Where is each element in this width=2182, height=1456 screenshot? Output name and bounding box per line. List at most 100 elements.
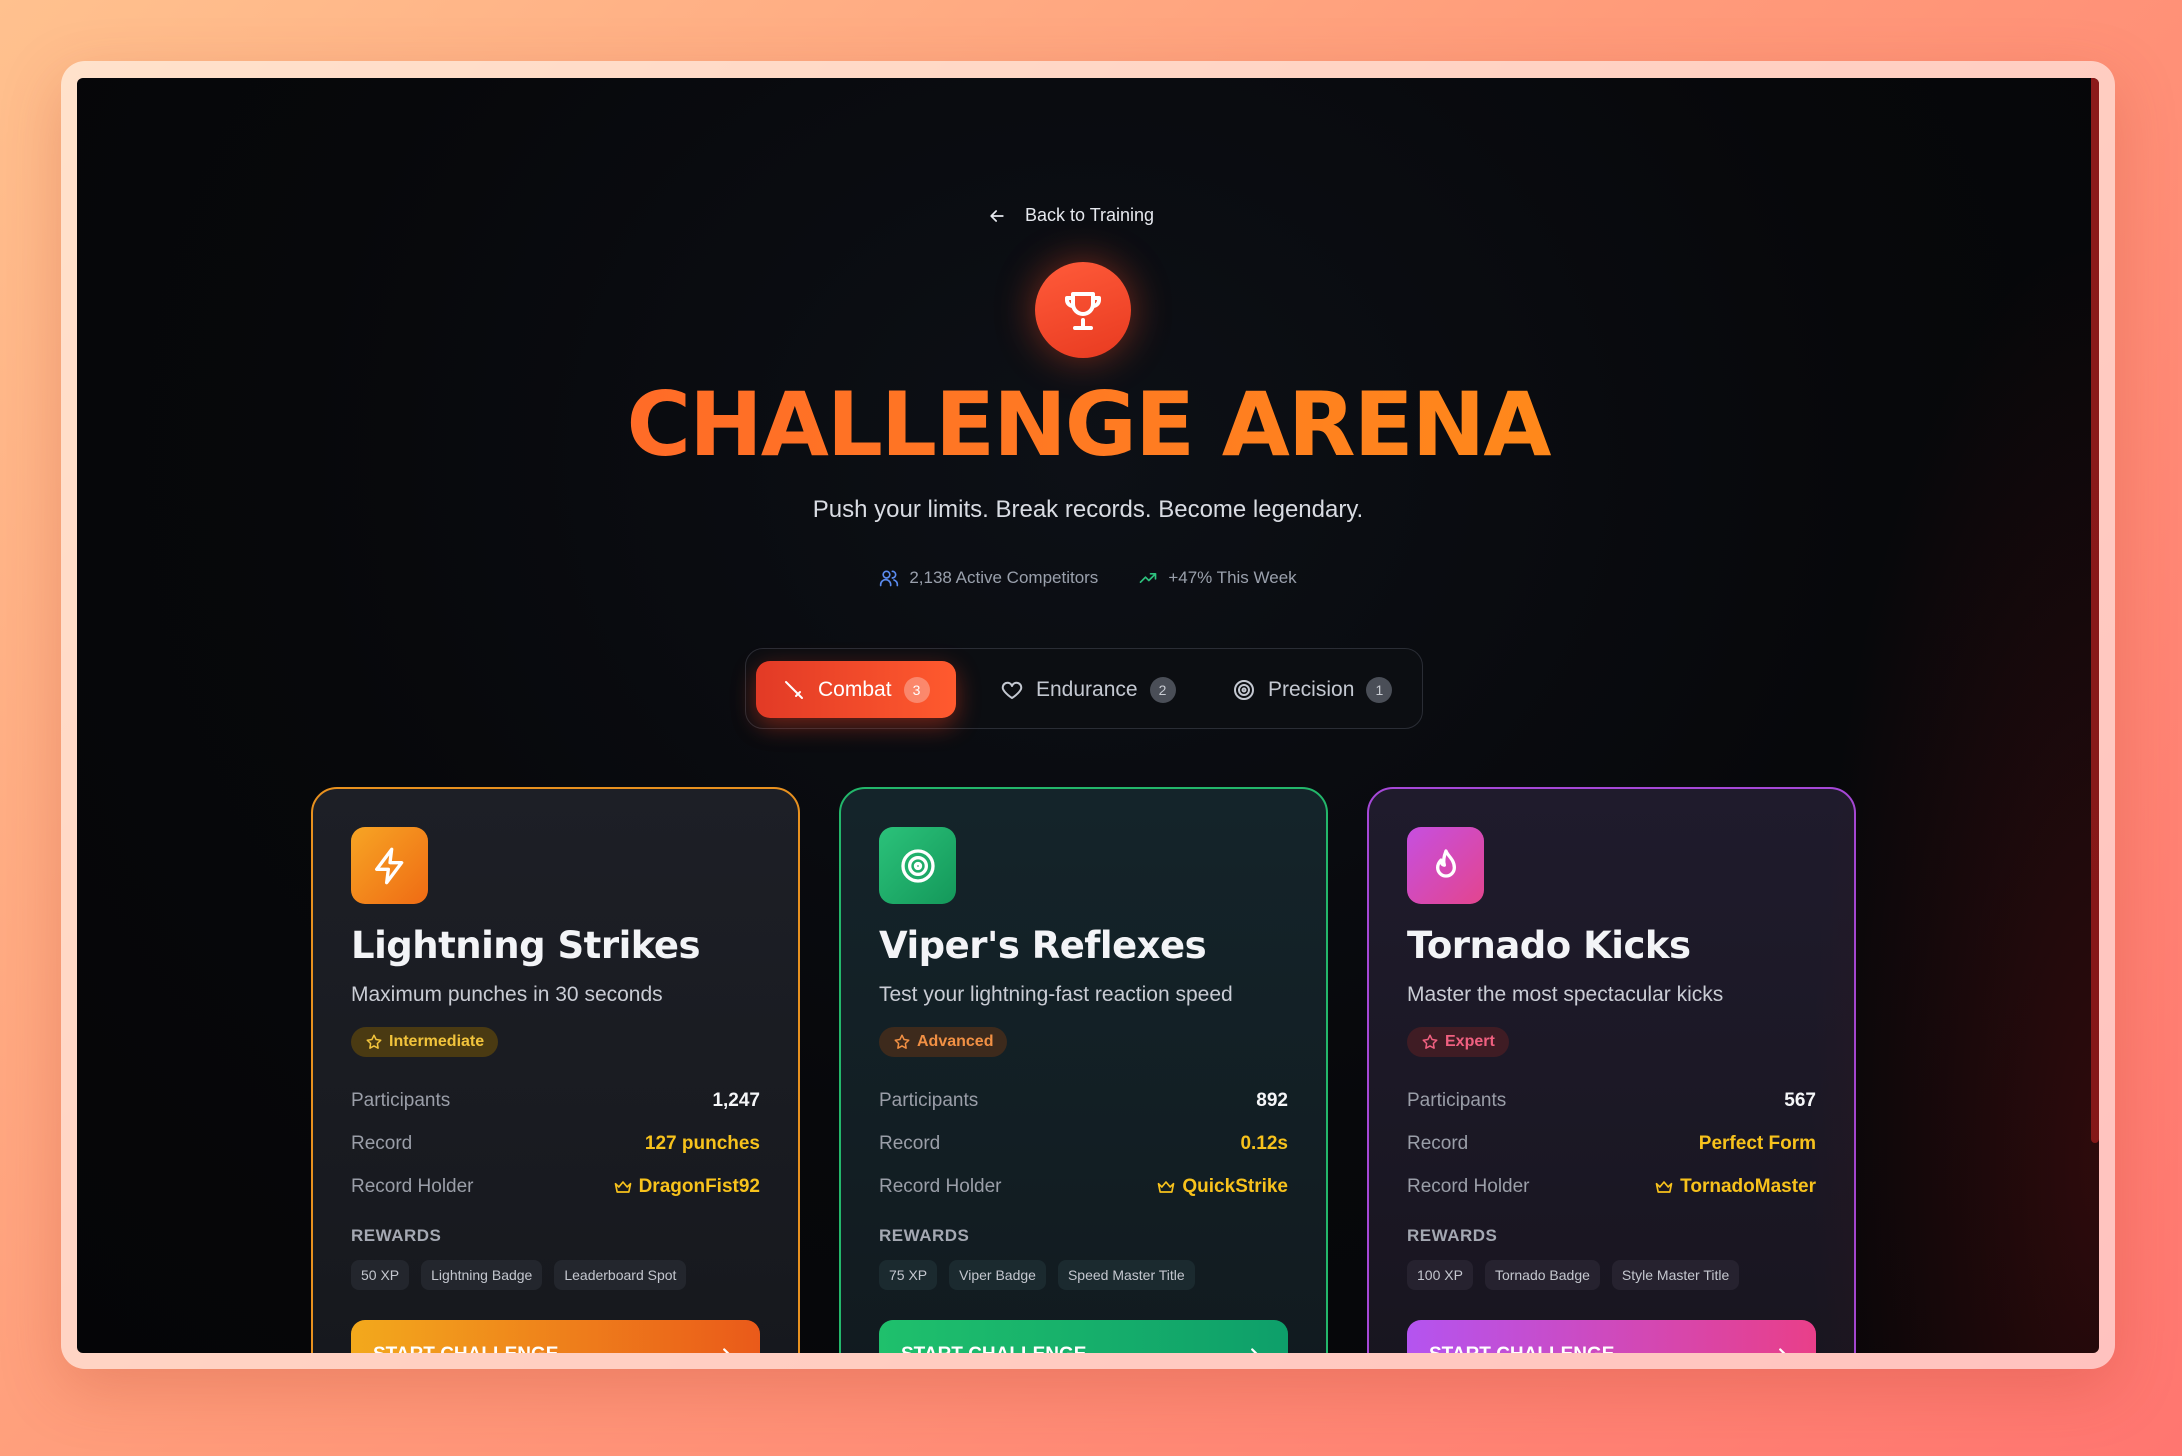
record-holder-label: Record Holder xyxy=(351,1175,474,1197)
tab-count-badge: 3 xyxy=(903,676,930,703)
participants-value: 1,247 xyxy=(712,1089,760,1111)
competitors-stat: 2,138 Active Competitors xyxy=(879,568,1098,588)
participants-row: Participants 1,247 xyxy=(351,1079,760,1122)
star-icon xyxy=(894,1034,910,1049)
page-title: CHALLENGE ARENA xyxy=(77,373,2099,476)
star-icon xyxy=(1422,1034,1438,1049)
record-holder-name: TornadoMaster xyxy=(1680,1175,1816,1197)
record-holder-value: TornadoMaster xyxy=(1654,1176,1816,1198)
chevron-right-icon xyxy=(723,1347,730,1353)
app-screen: Back to Training CHALLENGE ARENA Push yo… xyxy=(77,78,2099,1353)
start-challenge-button[interactable]: START CHALLENGE xyxy=(879,1320,1288,1353)
page-subtitle: Push your limits. Break records. Become … xyxy=(812,496,1364,523)
record-holder-value: DragonFist92 xyxy=(613,1176,760,1198)
tab-endurance[interactable]: Endurance 2 xyxy=(974,661,1202,718)
difficulty-badge: Intermediate xyxy=(351,1027,499,1057)
card-description: Maximum punches in 30 seconds xyxy=(351,983,663,1006)
crown-icon xyxy=(1655,1180,1673,1193)
participants-row: Participants 892 xyxy=(879,1079,1288,1122)
challenge-card-tornado-kicks: Tornado Kicks Master the most spectacula… xyxy=(1367,787,1856,1353)
participants-value: 892 xyxy=(1256,1089,1288,1111)
trophy-icon xyxy=(1035,262,1131,358)
back-link-label: Back to Training xyxy=(1025,205,1155,225)
reward-chip: 75 XP xyxy=(879,1260,938,1290)
back-to-training-link[interactable]: Back to Training xyxy=(987,205,1154,226)
record-holder-row: Record Holder QuickStrike xyxy=(879,1165,1288,1208)
record-row: Record 0.12s xyxy=(879,1122,1288,1165)
rewards-list: 100 XP Tornado Badge Style Master Title xyxy=(1407,1260,1816,1290)
difficulty-label: Intermediate xyxy=(389,1033,485,1050)
sword-icon xyxy=(785,680,803,699)
start-challenge-button[interactable]: START CHALLENGE xyxy=(351,1320,760,1353)
record-holder-name: QuickStrike xyxy=(1182,1175,1288,1197)
reward-chip: Leaderboard Spot xyxy=(554,1260,687,1290)
record-label: Record xyxy=(879,1132,941,1154)
users-icon xyxy=(880,570,899,587)
crown-icon xyxy=(1158,1180,1175,1193)
card-title: Lightning Strikes xyxy=(351,924,701,967)
competitors-text: 2,138 Active Competitors xyxy=(909,568,1099,587)
card-description: Test your lightning-fast reaction speed xyxy=(879,983,1233,1006)
reward-chip: Tornado Badge xyxy=(1484,1260,1600,1290)
chevron-right-icon xyxy=(1251,1347,1258,1353)
card-description: Master the most spectacular kicks xyxy=(1407,983,1724,1006)
participants-value: 567 xyxy=(1784,1089,1816,1111)
tab-count-badge: 2 xyxy=(1149,676,1176,703)
rewards-list: 50 XP Lightning Badge Leaderboard Spot xyxy=(351,1260,760,1290)
lightning-icon xyxy=(351,827,428,904)
record-value: Perfect Form xyxy=(1698,1132,1816,1154)
participants-label: Participants xyxy=(1407,1089,1507,1111)
reward-chip: 50 XP xyxy=(351,1260,410,1290)
difficulty-label: Advanced xyxy=(917,1033,994,1050)
difficulty-badge: Advanced xyxy=(879,1027,1008,1057)
start-challenge-button[interactable]: START CHALLENGE xyxy=(1407,1320,1816,1353)
reward-chip: Style Master Title xyxy=(1611,1260,1740,1290)
record-holder-label: Record Holder xyxy=(879,1175,1002,1197)
participants-label: Participants xyxy=(351,1089,451,1111)
record-value: 0.12s xyxy=(1240,1132,1288,1154)
record-holder-row: Record Holder DragonFist92 xyxy=(351,1165,760,1208)
stats-bar: 2,138 Active Competitors +47% This Week xyxy=(77,568,2099,588)
reward-chip: Viper Badge xyxy=(949,1260,1046,1290)
record-holder-value: QuickStrike xyxy=(1156,1176,1288,1198)
start-challenge-label: START CHALLENGE xyxy=(901,1344,1086,1354)
trending-up-icon xyxy=(1139,573,1157,583)
rewards-label: REWARDS xyxy=(879,1226,970,1245)
growth-text: +47% This Week xyxy=(1168,568,1297,587)
tab-label: Combat xyxy=(818,677,892,701)
start-challenge-label: START CHALLENGE xyxy=(373,1344,558,1354)
flame-icon xyxy=(1407,827,1484,904)
tab-label: Endurance xyxy=(1036,677,1138,701)
start-challenge-label: START CHALLENGE xyxy=(1429,1344,1614,1354)
tab-label: Precision xyxy=(1268,677,1355,701)
rewards-list: 75 XP Viper Badge Speed Master Title xyxy=(879,1260,1288,1290)
record-holder-label: Record Holder xyxy=(1407,1175,1530,1197)
rewards-label: REWARDS xyxy=(351,1226,442,1245)
difficulty-label: Expert xyxy=(1445,1033,1495,1050)
challenge-card-lightning-strikes: Lightning Strikes Maximum punches in 30 … xyxy=(311,787,800,1353)
participants-label: Participants xyxy=(879,1089,979,1111)
record-label: Record xyxy=(351,1132,413,1154)
record-label: Record xyxy=(1407,1132,1469,1154)
record-holder-row: Record Holder TornadoMaster xyxy=(1407,1165,1816,1208)
scrollbar[interactable] xyxy=(2091,78,2099,1143)
growth-stat: +47% This Week xyxy=(1138,568,1297,588)
tab-precision[interactable]: Precision 1 xyxy=(1206,661,1418,718)
reward-chip: Speed Master Title xyxy=(1057,1260,1195,1290)
crown-icon xyxy=(614,1180,631,1193)
record-holder-name: DragonFist92 xyxy=(638,1175,760,1197)
reward-chip: 100 XP xyxy=(1407,1260,1473,1290)
heart-icon xyxy=(1001,681,1023,699)
difficulty-badge: Expert xyxy=(1407,1027,1509,1057)
target-icon xyxy=(879,827,956,904)
arrow-left-icon xyxy=(990,209,1004,222)
record-row: Record 127 punches xyxy=(351,1122,760,1165)
rewards-label: REWARDS xyxy=(1407,1226,1498,1245)
tab-count-badge: 1 xyxy=(1366,676,1393,703)
tab-combat[interactable]: Combat 3 xyxy=(756,661,956,718)
star-icon xyxy=(366,1034,382,1049)
target-icon xyxy=(1234,679,1254,700)
category-tabs: Combat 3 Endurance 2 Precision 1 xyxy=(745,648,1423,729)
record-value: 127 punches xyxy=(644,1132,760,1154)
record-row: Record Perfect Form xyxy=(1407,1122,1816,1165)
